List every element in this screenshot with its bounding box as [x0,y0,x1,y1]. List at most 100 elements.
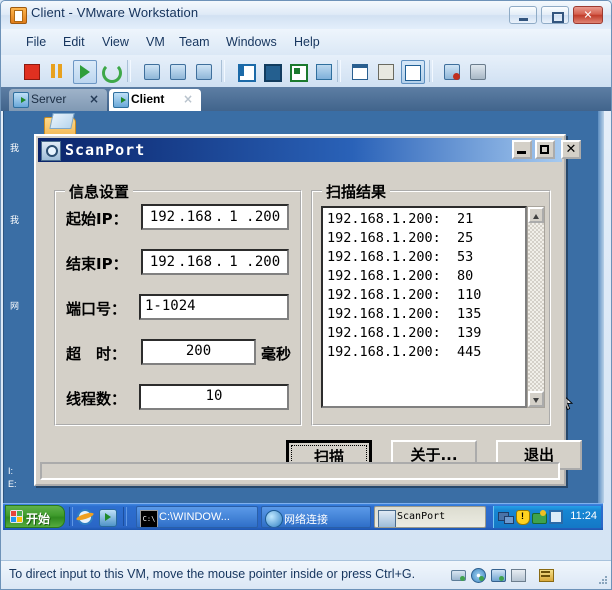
end-ip-octet-4: 200 [254,254,281,270]
unity-icon[interactable] [313,60,335,82]
start-ip-octet-3: 1 [229,209,238,225]
system-tray: ! 11:24 [493,506,601,528]
resize-grip[interactable] [596,574,608,586]
vmware-title-bar: Client - VMware Workstation ✕ [1,1,611,30]
security-alert-icon[interactable]: ! [515,510,530,525]
display-icon[interactable] [539,568,554,582]
desktop-label-partial: 我 [10,143,20,153]
internet-explorer-icon[interactable] [75,509,95,525]
floppy-icon[interactable] [511,568,526,582]
start-button[interactable]: 开始 [5,505,65,528]
summary-view-icon[interactable] [349,60,371,82]
menu-team[interactable]: Team [174,34,215,50]
scanport-dialog[interactable]: ScanPort ✕ 信息设置 起始IP： 192 . 168 . 1 . 20… [34,134,582,486]
menu-vm[interactable]: VM [141,34,170,50]
suspend-icon[interactable] [47,60,69,82]
windows-flag-icon [10,510,23,523]
scroll-up-icon[interactable] [528,207,544,223]
tab-client-close-icon[interactable]: × [183,92,193,106]
cd-drive-icon[interactable] [471,568,486,583]
timeout-field[interactable]: 200 [141,339,256,365]
start-button-label: 开始 [26,512,51,526]
vmware-maximize-button[interactable] [541,6,569,24]
snapshot-manager-icon[interactable] [193,60,215,82]
end-ip-field[interactable]: 192 . 168 . 1 . 200 [141,249,289,275]
timeout-unit-label: 毫秒 [261,345,292,363]
reset-icon[interactable] [99,60,122,83]
menu-help[interactable]: Help [289,34,325,50]
network-adapter-icon[interactable] [451,568,466,582]
network-icon[interactable] [498,510,514,524]
vmware-workstation-window: Client - VMware Workstation ✕ File Edit … [0,0,612,590]
vmware-close-button[interactable]: ✕ [573,6,603,24]
updates-icon[interactable] [532,510,547,524]
scanport-icon [378,510,396,527]
close-icon: ✕ [565,142,577,157]
vmware-minimize-button[interactable] [509,6,537,24]
taskbar-item-network[interactable]: 网络连接 [261,506,371,528]
power-off-icon[interactable] [21,60,43,82]
vmware-status-bar: To direct input to this VM, move the mou… [1,560,611,589]
team-icon[interactable] [467,60,489,82]
vmware-toolbar [1,55,611,88]
vmware-icon [10,7,27,24]
list-item: 192.168.1.200: 139 [327,325,482,341]
vmware-window-title: Client - VMware Workstation [31,5,199,20]
show-desktop-icon[interactable] [99,509,117,527]
taskbar-item-scanport[interactable]: ScanPort [374,506,486,528]
list-item: 192.168.1.200: 445 [327,344,482,360]
menu-edit[interactable]: Edit [58,34,90,50]
thread-count-field[interactable]: 10 [139,384,289,410]
timeout-label: 超 时： [66,345,127,363]
list-item: 192.168.1.200: 53 [327,249,474,265]
results-group-title: 扫描结果 [322,181,391,202]
cmd-icon: C:\ [140,510,158,527]
menu-windows[interactable]: Windows [221,34,282,50]
console-view-icon[interactable] [375,60,397,82]
taskbar-item-cmd[interactable]: C:\ C:\WINDOW... [136,506,258,528]
port-range-label: 端口号： [66,300,127,318]
scanport-maximize-button[interactable] [535,140,555,159]
taskbar-clock[interactable]: 11:24 [570,510,597,522]
magnifier-icon [41,141,61,161]
vmware-tools-icon[interactable] [549,510,563,524]
fullscreen-icon[interactable] [261,60,283,82]
desktop-label-partial: E: [8,479,17,489]
quick-switch-icon[interactable] [287,60,309,82]
tab-server-close-icon[interactable]: × [89,92,99,106]
port-range-field[interactable]: 1-1024 [139,294,289,320]
scanport-minimize-button[interactable] [512,140,532,159]
list-item: 192.168.1.200: 21 [327,211,474,227]
vm-tab-strip: Server × Client × [1,87,611,111]
scanport-status-bar [40,462,560,480]
show-sidebar-icon[interactable] [235,60,257,82]
tab-server[interactable]: Server × [9,89,107,111]
clone-icon[interactable] [441,60,463,82]
scan-results-list[interactable]: 192.168.1.200: 21 192.168.1.200: 25 192.… [321,206,527,408]
vmware-status-message: To direct input to this VM, move the mou… [9,567,416,581]
list-item: 192.168.1.200: 25 [327,230,474,246]
menu-file[interactable]: File [21,34,51,50]
start-ip-octet-2: 168 [186,209,213,225]
revert-snapshot-icon[interactable] [167,60,189,82]
start-ip-field[interactable]: 192 . 168 . 1 . 200 [141,204,289,230]
vmware-menu-bar: File Edit View VM Team Windows Help [1,29,611,56]
settings-group-title: 信息设置 [65,181,134,202]
scanport-close-button[interactable]: ✕ [561,140,581,159]
tab-client[interactable]: Client × [109,89,201,111]
usb-icon[interactable] [491,568,506,582]
desktop-label-partial: I: [8,466,14,476]
menu-view[interactable]: View [97,34,134,50]
desktop-label-partial: 我 [10,215,20,225]
tab-server-label: Server [31,92,67,106]
multiple-view-icon[interactable] [401,60,425,84]
start-ip-octet-4: 200 [254,209,281,225]
end-ip-label: 结束IP： [66,255,128,273]
start-ip-label: 起始IP： [66,210,128,228]
desktop-label-partial: 网 [10,301,20,311]
power-on-icon[interactable] [73,60,97,84]
results-scrollbar[interactable] [527,206,545,408]
scroll-down-icon[interactable] [528,391,544,407]
snapshot-icon[interactable] [141,60,163,82]
scanport-title-bar[interactable]: ScanPort [38,138,562,162]
